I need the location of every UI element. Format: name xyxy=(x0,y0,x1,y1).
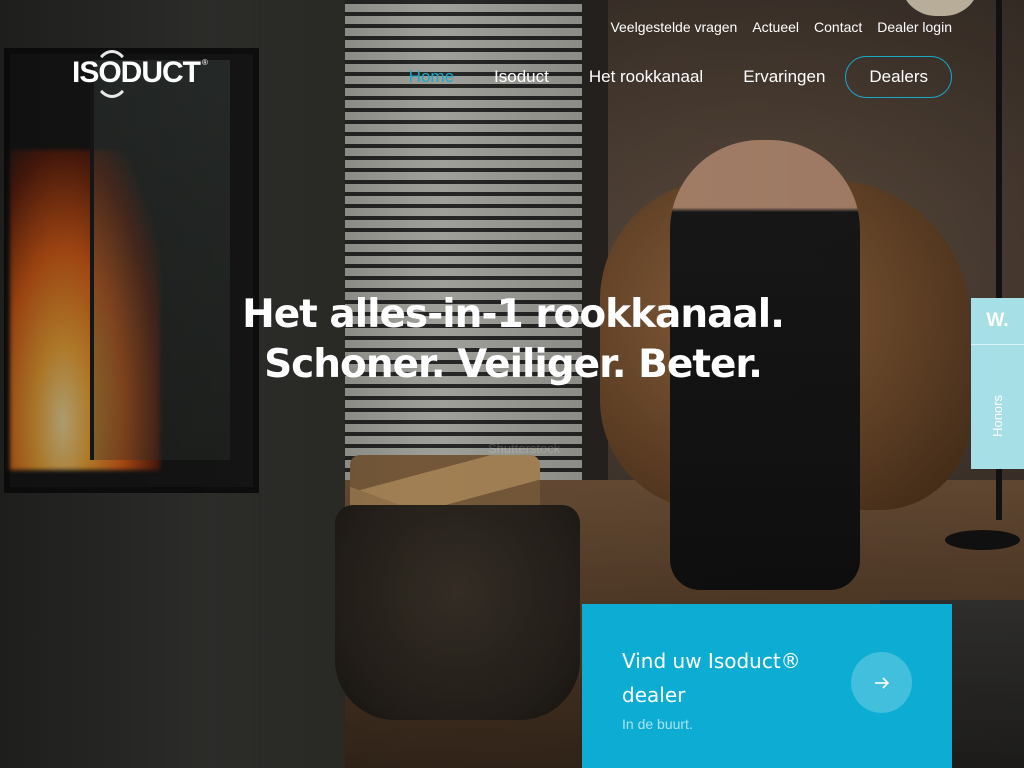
honors-badge: W. xyxy=(986,310,1009,331)
topnav-news-link[interactable]: Actueel xyxy=(752,19,799,35)
find-dealer-subtitle: In de buurt. xyxy=(622,716,693,732)
topnav-contact-link[interactable]: Contact xyxy=(814,19,862,35)
nav-rookkanaal[interactable]: Het rookkanaal xyxy=(569,67,723,87)
topnav-dealer-login-link[interactable]: Dealer login xyxy=(877,19,952,35)
topnav-faq-link[interactable]: Veelgestelde vragen xyxy=(610,19,737,35)
registered-mark: ® xyxy=(202,58,208,67)
hero-headline-line-1: Het alles-in-1 rookkanaal. xyxy=(242,292,785,337)
find-dealer-card[interactable]: Vind uw Isoduct® dealer In de buurt. xyxy=(582,604,952,768)
side-tab-divider xyxy=(971,344,1024,345)
utility-nav: Veelgestelde vragen Actueel Contact Deal… xyxy=(610,19,952,35)
hero-section: Het alles-in-1 rookkanaal. Schoner. Veil… xyxy=(0,290,1024,390)
hero-headline: Het alles-in-1 rookkanaal. Schoner. Veil… xyxy=(0,290,1024,390)
isoduct-logo[interactable]: ISODUCT ® xyxy=(72,50,208,98)
nav-ervaringen[interactable]: Ervaringen xyxy=(723,67,845,87)
nav-home[interactable]: Home xyxy=(389,67,474,87)
honors-label: Honors xyxy=(990,395,1005,437)
dealers-button[interactable]: Dealers xyxy=(845,56,952,98)
logo-text: ISODUCT xyxy=(72,56,201,89)
logo-arc-mark xyxy=(94,50,130,98)
main-nav: Home Isoduct Het rookkanaal Ervaringen D… xyxy=(389,56,952,98)
image-watermark: Shutterstock xyxy=(488,441,561,456)
honors-side-tab[interactable]: W. Honors xyxy=(971,298,1024,469)
find-dealer-title: Vind uw Isoduct® dealer xyxy=(622,649,801,707)
arrow-right-icon[interactable] xyxy=(851,652,912,713)
nav-isoduct[interactable]: Isoduct xyxy=(474,67,569,87)
hero-headline-line-2: Schoner. Veiliger. Beter. xyxy=(264,342,763,387)
